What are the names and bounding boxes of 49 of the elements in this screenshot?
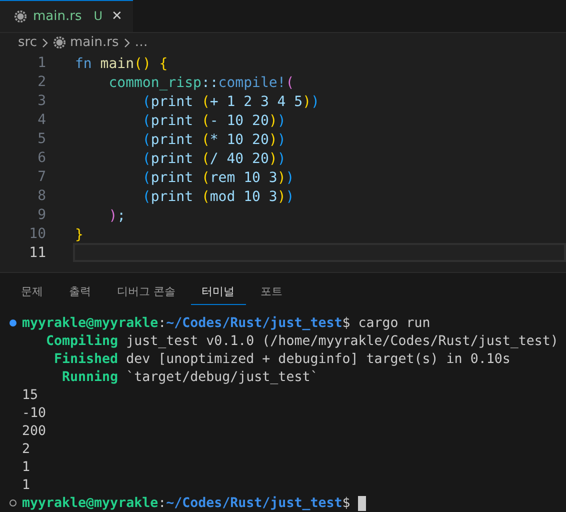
panel-tab[interactable]: 포트 [250, 283, 294, 305]
terminal-line: Running `target/debug/just_test` [61, 370, 318, 384]
breadcrumb-item[interactable]: main.rs [70, 35, 119, 50]
terminal-line: Finished dev [unoptimized + debuginfo] target(s) in 0.10s [53, 352, 510, 366]
terminal-line: 2 [22, 442, 30, 456]
line-number: 9 [36, 206, 47, 222]
line-number: 2 [36, 74, 47, 90]
gear-icon [52, 36, 66, 50]
line-number: 7 [36, 168, 47, 184]
breadcrumb-item[interactable]: … [134, 35, 148, 50]
line-number: 10 [28, 226, 47, 242]
line-number: 4 [36, 112, 47, 128]
terminal-line: myyrakle@myyrakle:~/Codes/Rust/just_test$ cargo run [22, 316, 430, 330]
line-number: 11 [28, 244, 47, 260]
code-line: fn main() { [74, 55, 169, 72]
line-number: 6 [36, 150, 47, 166]
code-line: (print (/ 40 20)) [141, 150, 287, 167]
terminal-line: 200 [22, 424, 46, 438]
panel-tab[interactable]: 디버그 콘솔 [106, 283, 186, 305]
code-line: (print (* 10 20)) [141, 131, 287, 148]
code-line: (print (mod 10 3)) [141, 188, 296, 205]
panel-tab[interactable]: 문제 [10, 283, 54, 305]
gear-icon [14, 10, 27, 23]
circle-icon [9, 499, 17, 507]
line-number: 3 [36, 92, 47, 108]
terminal-line: Compiling just_test v0.1.0 (/home/myyrakle/Codes/Rust/just_test) [45, 334, 558, 348]
code-line: common_risp::compile!( [108, 74, 296, 91]
line-number: 1 [36, 54, 47, 70]
chevron-icon [122, 38, 131, 48]
panel-tab[interactable]: 출력 [58, 283, 102, 305]
terminal-line: myyrakle@myyrakle:~/Codes/Rust/just_test$ [22, 496, 350, 510]
dot-icon [9, 319, 17, 327]
code-line: ); [108, 207, 127, 224]
chevron-icon [40, 38, 49, 48]
close-button[interactable]: ✕ [108, 8, 126, 24]
breadcrumb-item[interactable]: src [18, 35, 37, 50]
terminal-line: 1 [22, 460, 30, 474]
terminal-line: 15 [22, 388, 38, 402]
terminal-line: 1 [22, 478, 30, 492]
status-letter: U [94, 9, 103, 24]
code-line: } [74, 226, 84, 243]
code-line: (print (- 10 20)) [141, 112, 287, 129]
panel-tab[interactable]: 터미널 [190, 283, 246, 305]
terminal-line: -10 [22, 406, 46, 420]
code-line: (print (rem 10 3)) [141, 169, 296, 186]
line-number: 5 [36, 130, 47, 146]
code-line: (print (+ 1 2 3 4 5)) [141, 93, 320, 110]
line-number: 8 [36, 188, 47, 204]
file-tab[interactable]: main.rs U ✕ [0, 0, 134, 32]
